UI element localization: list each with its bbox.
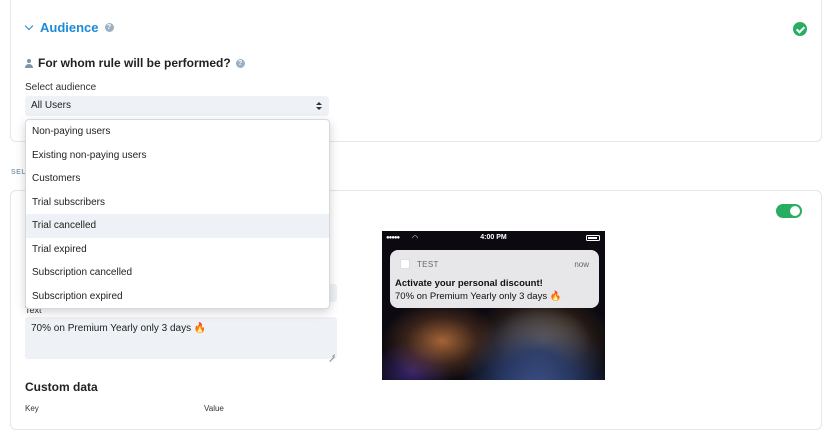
dropdown-option[interactable]: Customers	[26, 167, 329, 191]
user-icon	[25, 58, 33, 68]
enabled-toggle[interactable]	[776, 204, 802, 218]
dropdown-option[interactable]: Trial subscribers	[26, 191, 329, 215]
dropdown-option[interactable]: Subscription expired	[26, 285, 329, 309]
status-time: 4:00 PM	[480, 234, 507, 241]
text-textarea[interactable]: 70% on Premium Yearly only 3 days 🔥	[25, 317, 337, 359]
chevron-down-icon[interactable]	[24, 21, 34, 31]
value-label: Value	[204, 404, 224, 413]
text-textarea-value: 70% on Premium Yearly only 3 days 🔥	[31, 323, 207, 334]
title-field-fragment[interactable]	[330, 284, 337, 302]
section-label-fragment: SEL	[11, 169, 27, 176]
audience-question-text: For whom rule will be performed?	[38, 56, 231, 70]
select-arrows-icon	[316, 102, 322, 111]
custom-data-title: Custom data	[25, 380, 98, 394]
app-icon	[400, 259, 410, 269]
audience-section-title: Audience	[40, 20, 99, 35]
check-circle-icon	[793, 22, 807, 36]
dropdown-option[interactable]: Trial expired	[26, 238, 329, 262]
notification-app-name: TEST	[417, 260, 439, 269]
phone-preview: ●●●●● ◠ 4:00 PM TEST now Activate your p…	[382, 231, 605, 380]
select-audience-label: Select audience	[25, 82, 97, 93]
phone-status-bar: ●●●●● ◠ 4:00 PM	[382, 231, 605, 245]
dropdown-option[interactable]: Existing non-paying users	[26, 144, 329, 168]
audience-select-value: All Users	[31, 100, 72, 111]
resize-handle-icon[interactable]	[329, 351, 335, 357]
notification-body: 70% on Premium Yearly only 3 days 🔥	[395, 291, 562, 302]
key-label: Key	[25, 404, 39, 413]
audience-question: For whom rule will be performed? ?	[25, 56, 245, 70]
notification-title: Activate your personal discount!	[395, 278, 543, 289]
notification-time: now	[574, 260, 589, 269]
dropdown-option[interactable]: Subscription cancelled	[26, 261, 329, 285]
help-icon[interactable]: ?	[235, 58, 245, 68]
dropdown-option-highlighted[interactable]: Trial cancelled	[26, 214, 329, 238]
audience-dropdown: Non-paying users Existing non-paying use…	[25, 119, 330, 309]
audience-select[interactable]: All Users	[25, 96, 329, 116]
battery-icon	[586, 235, 600, 241]
audience-section-header[interactable]: Audience ?	[24, 20, 114, 35]
dropdown-option[interactable]: Non-paying users	[26, 120, 329, 144]
help-icon[interactable]: ?	[104, 23, 114, 32]
push-notification: TEST now Activate your personal discount…	[390, 250, 599, 308]
